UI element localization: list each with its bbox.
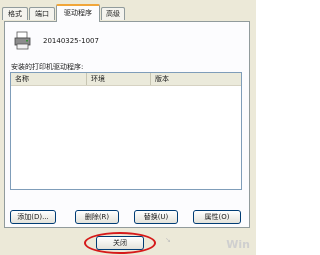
column-name[interactable]: 名称 [11, 73, 87, 85]
close-button-highlight: 关闭 [84, 232, 156, 254]
properties-button[interactable]: 属性(O) [193, 210, 241, 224]
tab-drivers[interactable]: 驱动程序 [56, 4, 100, 22]
column-environment[interactable]: 环境 [87, 73, 151, 85]
column-version[interactable]: 版本 [151, 73, 241, 85]
faded-glyph: ↘ [165, 236, 171, 244]
tab-format[interactable]: 格式 [2, 7, 28, 20]
update-button[interactable]: 替换(U) [134, 210, 178, 224]
printer-icon [13, 31, 33, 51]
printer-properties-dialog: 格式 端口 驱动程序 高级 20140325-1007 安装的打印机驱动程序: … [0, 0, 256, 255]
close-button[interactable]: 关闭 [96, 236, 144, 250]
drivers-list-header: 名称 环境 版本 [11, 73, 241, 86]
installed-drivers-label: 安装的打印机驱动程序: [11, 63, 84, 71]
printer-name: 20140325-1007 [43, 37, 99, 45]
drivers-list[interactable]: 名称 环境 版本 [10, 72, 242, 190]
remove-button[interactable]: 删除(R) [75, 210, 119, 224]
drivers-panel: 20140325-1007 安装的打印机驱动程序: 名称 环境 版本 添加(D)… [4, 21, 250, 228]
add-button[interactable]: 添加(D)... [10, 210, 56, 224]
tab-strip: 格式 端口 驱动程序 高级 [0, 0, 256, 22]
watermark: Win [226, 238, 250, 251]
tab-ports[interactable]: 端口 [29, 7, 55, 20]
tab-advanced[interactable]: 高级 [101, 7, 125, 20]
